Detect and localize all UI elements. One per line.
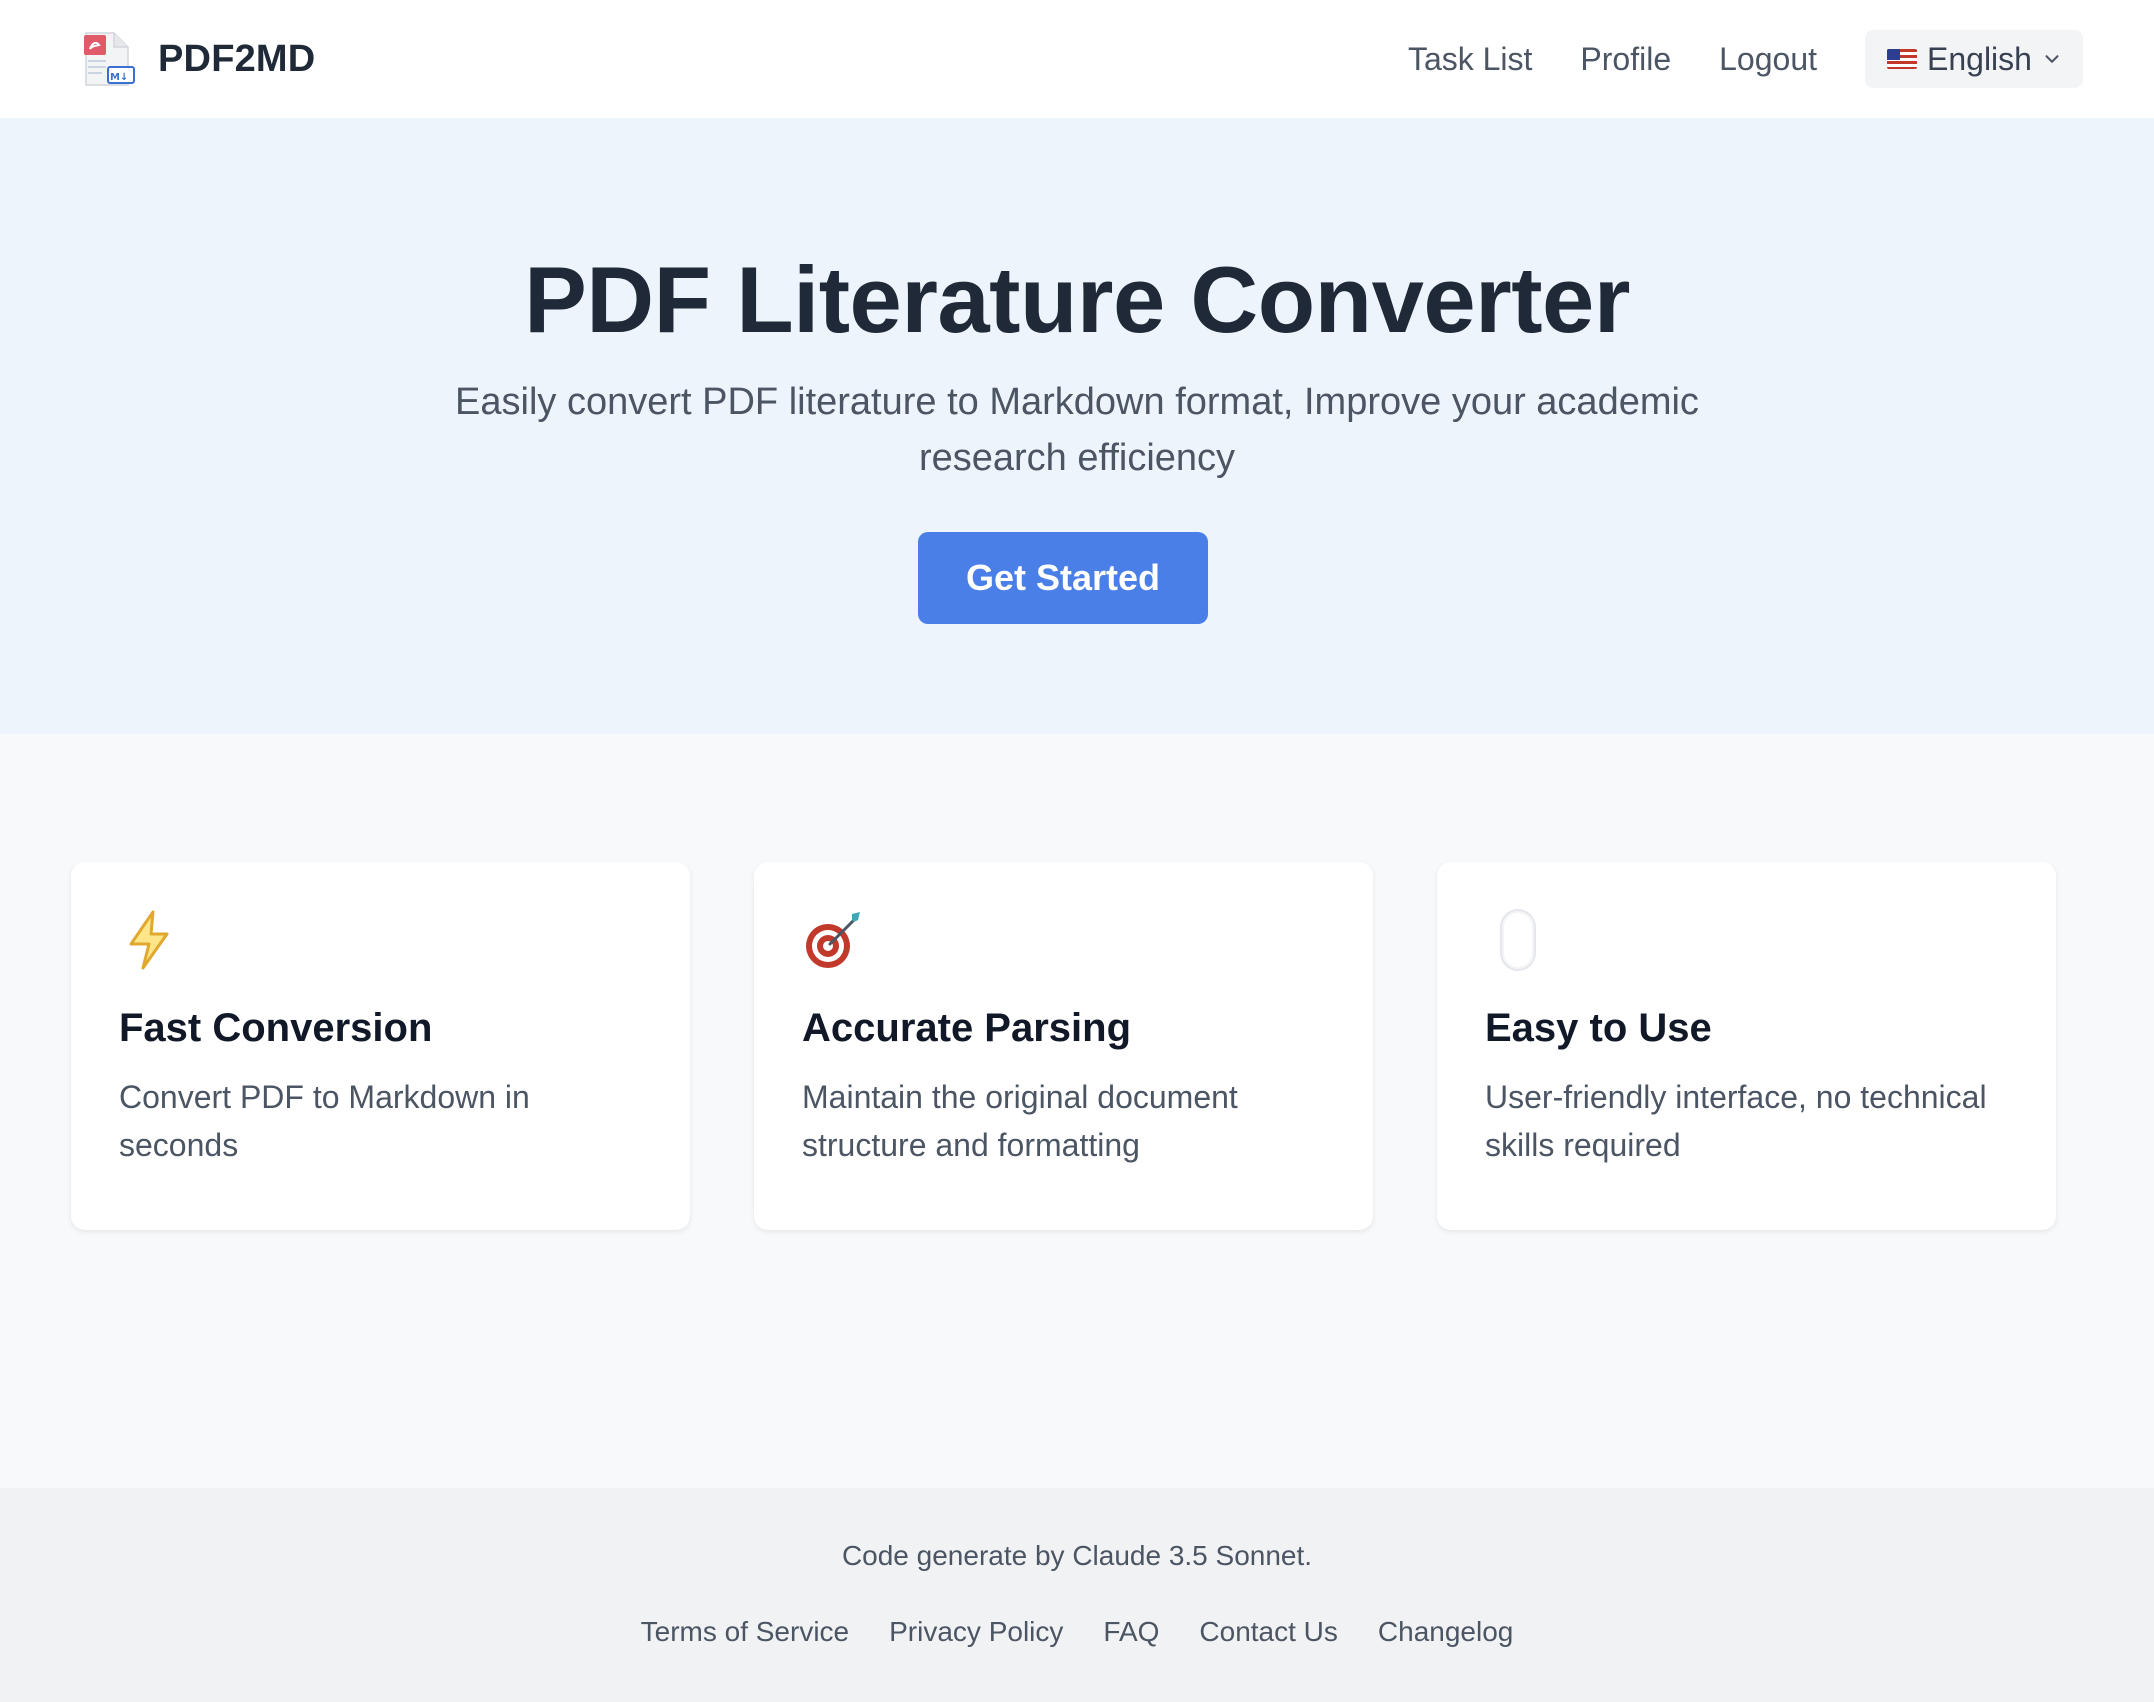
- hero-section: PDF Literature Converter Easily convert …: [0, 118, 2154, 734]
- language-selected-value: English: [1927, 40, 2032, 77]
- top-nav-bar: M↓ PDF2MD Task List Profile Logout Engli…: [0, 0, 2154, 118]
- feature-description: Maintain the original document structure…: [802, 1079, 1238, 1163]
- nav-logout[interactable]: Logout: [1719, 41, 1817, 78]
- main-nav: Task List Profile Logout English: [1408, 30, 2083, 88]
- target-icon: [806, 912, 860, 968]
- us-flag-icon: [1887, 49, 1917, 69]
- footer-link-contact[interactable]: Contact Us: [1199, 1616, 1338, 1648]
- language-select[interactable]: English: [1865, 30, 2083, 88]
- chevron-down-icon: [2045, 55, 2059, 63]
- feature-description: Convert PDF to Markdown in seconds: [119, 1079, 530, 1163]
- features-section: Fast Conversion Convert PDF to Markdown …: [71, 862, 2056, 1230]
- nav-profile[interactable]: Profile: [1580, 41, 1671, 78]
- footer-link-changelog[interactable]: Changelog: [1378, 1616, 1513, 1648]
- footer-link-privacy[interactable]: Privacy Policy: [889, 1616, 1063, 1648]
- feature-description: User-friendly interface, no technical sk…: [1485, 1079, 1987, 1163]
- footer-link-faq[interactable]: FAQ: [1103, 1616, 1159, 1648]
- svg-text:M↓: M↓: [110, 72, 128, 83]
- footer-credit: Code generate by Claude 3.5 Sonnet.: [841, 1540, 1313, 1571]
- feature-card-accurate-parsing: Accurate Parsing Maintain the original d…: [754, 862, 1373, 1230]
- brand[interactable]: M↓ PDF2MD: [80, 31, 315, 87]
- pdf2md-logo-icon: M↓: [80, 31, 136, 87]
- footer-links: Terms of Service Privacy Policy FAQ Cont…: [0, 1616, 2154, 1648]
- footer-link-terms[interactable]: Terms of Service: [641, 1616, 850, 1648]
- feature-card-easy-to-use: Easy to Use User-friendly interface, no …: [1437, 862, 2056, 1230]
- hero-title: PDF Literature Converter: [524, 247, 1630, 352]
- lightning-icon: [129, 910, 169, 970]
- feature-title: Accurate Parsing: [802, 1006, 1132, 1050]
- feature-title: Fast Conversion: [119, 1006, 433, 1050]
- get-started-button[interactable]: Get Started: [918, 532, 1208, 624]
- nav-task-list[interactable]: Task List: [1408, 41, 1532, 78]
- feature-title: Easy to Use: [1485, 1006, 1712, 1050]
- feature-card-fast-conversion: Fast Conversion Convert PDF to Markdown …: [71, 862, 690, 1230]
- brand-name[interactable]: PDF2MD: [158, 38, 315, 81]
- hero-subtitle: Easily convert PDF literature to Markdow…: [455, 381, 1699, 479]
- mouse-icon: [1500, 909, 1536, 971]
- footer: Code generate by Claude 3.5 Sonnet. Term…: [0, 1488, 2154, 1702]
